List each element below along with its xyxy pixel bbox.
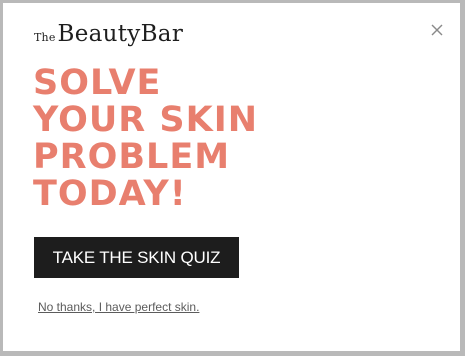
headline-line: YOUR SKIN — [33, 100, 259, 140]
decline-link[interactable]: No thanks, I have perfect skin. — [38, 300, 199, 314]
headline: SOLVE YOUR SKIN PROBLEM TODAY! — [33, 65, 293, 213]
take-skin-quiz-button[interactable]: TAKE THE SKIN QUIZ — [34, 237, 239, 278]
brand-logo-prefix: The — [34, 31, 56, 44]
headline-line: SOLVE — [33, 63, 162, 103]
headline-line: PROBLEM — [33, 137, 231, 177]
popup-modal: The BeautyBar SOLVE YOUR SKIN PROBLEM TO… — [3, 3, 460, 351]
headline-line: TODAY! — [33, 174, 187, 214]
brand-logo-name: BeautyBar — [57, 21, 184, 47]
close-icon — [431, 24, 443, 36]
brand-logo: The BeautyBar — [34, 21, 183, 47]
close-button[interactable] — [428, 21, 446, 39]
